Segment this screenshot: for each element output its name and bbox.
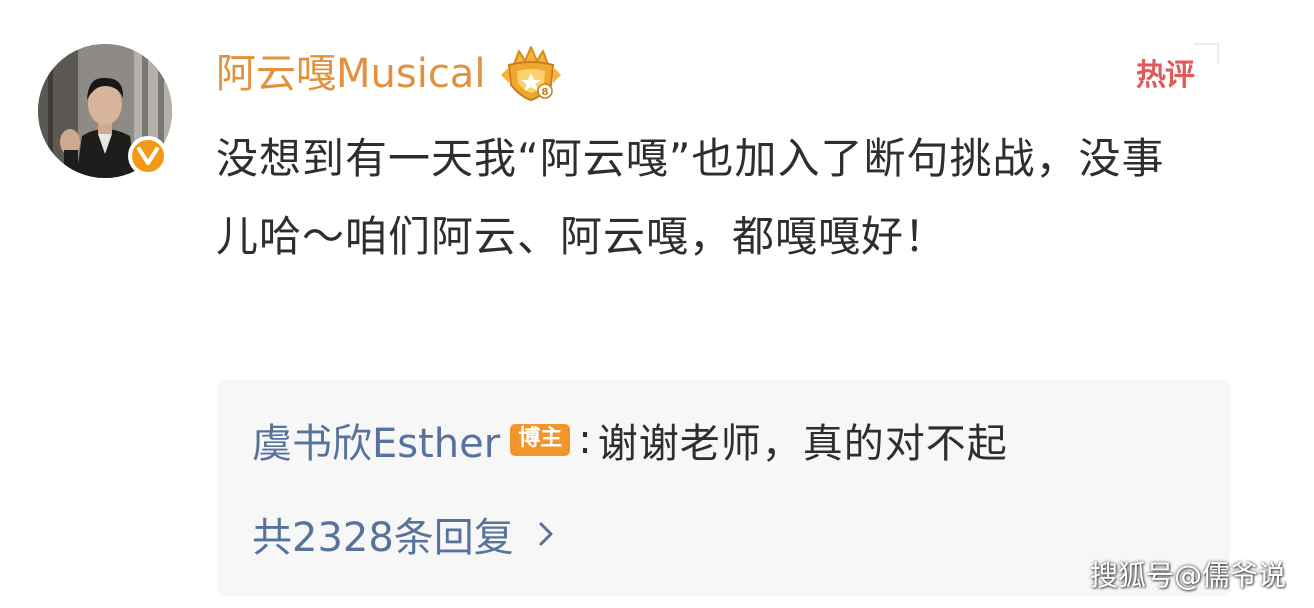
blogger-tag-badge: 博主 [510, 424, 571, 456]
user-avatar[interactable] [38, 44, 172, 178]
svg-text:8: 8 [542, 87, 549, 98]
comment-text: 没想到有一天我“阿云嘎”也加入了断句挑战，没事儿哈～咱们阿云、阿云嘎，都嘎嘎好！ [216, 134, 1165, 261]
reply-count-text[interactable]: 共2328条回复 [252, 505, 514, 563]
reply-text: 谢谢老师，真的对不起 [597, 421, 1008, 467]
source-watermark: 搜狐号@儒爷说 [1089, 559, 1286, 592]
view-all-replies-link[interactable]: 共2328条回复 [252, 504, 556, 564]
chevron-right-icon [539, 522, 553, 546]
reply-preview-box[interactable]: 虞书欣Esther 博主 : 谢谢老师，真的对不起 共2328条回复 [218, 380, 1230, 596]
verified-v-icon [128, 136, 168, 176]
reply-colon: : [578, 417, 592, 463]
hot-badge-text: 热评 [1136, 58, 1195, 93]
top-reply: 虞书欣Esther 博主 : 谢谢老师，真的对不起 [252, 410, 1008, 470]
username-link[interactable]: 阿云嘎Musical [216, 44, 485, 104]
username-row: 阿云嘎Musical 8 [216, 44, 563, 104]
fan-crown-badge-icon[interactable]: 8 [499, 45, 563, 103]
hot-comment-badge: 热评 [1134, 40, 1220, 100]
reply-author-link[interactable]: 虞书欣Esther [252, 411, 500, 469]
